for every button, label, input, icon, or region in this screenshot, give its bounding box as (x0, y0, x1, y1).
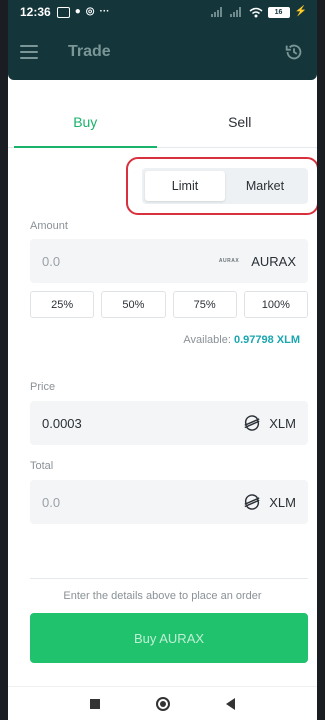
amount-unit-label: AURAX (251, 253, 296, 269)
system-nav-bar (8, 686, 317, 720)
home-icon[interactable] (156, 696, 170, 711)
drop-icon: ● (74, 6, 81, 17)
amount-unit: AURAX AURAX (219, 254, 296, 269)
percent-100-button[interactable]: 100% (243, 291, 308, 318)
total-unit: XLM (243, 493, 296, 511)
total-input[interactable]: 0.0 (42, 495, 60, 510)
phone-screen: 12:36 ● ◎ ··· 16 ⚡ Trade Buy Sell Limit … (0, 0, 325, 720)
stellar-icon (244, 415, 260, 431)
battery-icon: 16 (267, 6, 290, 18)
signal-icon (210, 7, 225, 17)
tab-sell[interactable]: Sell (163, 96, 318, 147)
aurax-logo: AURAX (218, 258, 240, 264)
amount-label: Amount (30, 220, 68, 232)
stellar-icon (244, 494, 260, 510)
price-input[interactable]: 0.0003 (42, 416, 82, 431)
charging-icon: ⚡ (294, 6, 307, 17)
available-balance: Available: 0.97798 XLM (183, 334, 300, 346)
percent-25-button[interactable]: 25% (30, 291, 95, 318)
amount-field[interactable]: 0.0 AURAX AURAX (30, 239, 308, 283)
amount-input[interactable]: 0.0 (42, 254, 60, 269)
price-unit-label: XLM (269, 415, 296, 431)
history-icon[interactable] (283, 41, 305, 63)
status-time: 12:36 (20, 5, 51, 19)
wifi-icon (249, 7, 263, 17)
order-hint: Enter the details above to place an orde… (63, 590, 262, 602)
limit-option[interactable]: Limit (145, 171, 225, 201)
signal-icon-2 (229, 7, 244, 17)
total-unit-label: XLM (269, 494, 296, 510)
total-label: Total (30, 460, 54, 472)
recents-icon[interactable] (90, 698, 100, 709)
divider (30, 578, 308, 579)
app-bar: Trade (8, 24, 317, 80)
menu-icon[interactable] (20, 45, 38, 59)
app-notification-icon: ◎ (85, 6, 95, 17)
tab-buy[interactable]: Buy (8, 96, 163, 148)
page-title: Trade (68, 43, 111, 60)
available-amount: 0.97798 XLM (233, 334, 300, 346)
buy-sell-tabs: Buy Sell (8, 96, 317, 148)
order-type-toggle: Limit Market (142, 168, 308, 204)
buy-button[interactable]: Buy AURAX (30, 613, 308, 663)
percent-buttons: 25% 50% 75% 100% (30, 291, 308, 318)
percent-75-button[interactable]: 75% (172, 291, 237, 318)
price-label: Price (30, 381, 56, 393)
more-notifications-icon: ··· (99, 6, 110, 17)
price-field[interactable]: 0.0003 XLM (30, 401, 308, 445)
status-bar: 12:36 ● ◎ ··· 16 ⚡ (8, 0, 317, 24)
available-label: Available: (183, 334, 231, 346)
market-option[interactable]: Market (225, 171, 305, 201)
total-field[interactable]: 0.0 XLM (30, 480, 308, 524)
percent-50-button[interactable]: 50% (101, 291, 166, 318)
notification-icon (56, 6, 70, 18)
price-unit: XLM (243, 414, 296, 432)
back-icon[interactable] (226, 697, 235, 710)
